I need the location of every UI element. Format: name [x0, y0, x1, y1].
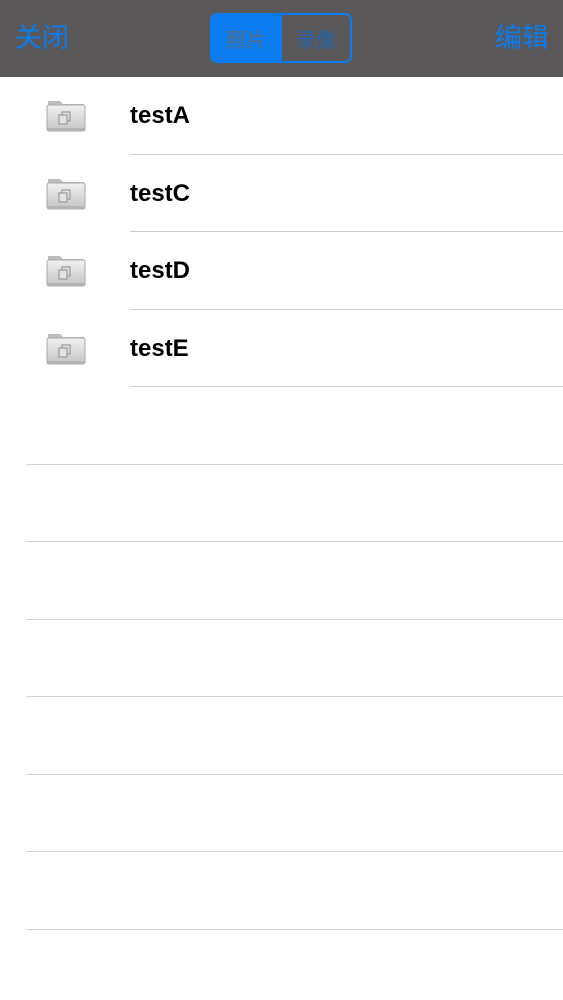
folder-icon	[46, 333, 86, 364]
edit-button[interactable]: 编辑	[495, 20, 549, 58]
row-separator	[26, 928, 563, 930]
empty-row	[0, 387, 563, 465]
empty-row	[0, 465, 563, 542]
folder-icon	[46, 101, 86, 132]
folder-name: testA	[130, 102, 191, 129]
close-button[interactable]: 关闭	[15, 20, 69, 58]
media-type-segmented-control: 照片 录像	[210, 13, 352, 63]
empty-row	[0, 542, 563, 620]
empty-row	[0, 620, 563, 697]
navigation-bar: 关闭 照片 录像 编辑	[0, 0, 563, 77]
folder-name: testC	[130, 179, 191, 207]
list-item[interactable]: testD	[0, 232, 563, 310]
empty-row	[0, 775, 563, 852]
album-screen: 关闭 照片 录像 编辑 testA testC testD testE	[0, 0, 563, 1000]
folder-name: testE	[130, 334, 189, 362]
segment-photos[interactable]: 照片	[212, 15, 280, 61]
folder-name: testD	[130, 257, 191, 284]
list-item[interactable]: testE	[0, 310, 563, 387]
empty-row	[0, 852, 563, 930]
list-item[interactable]: testC	[0, 155, 563, 232]
folder-list: testA testC testD testE	[0, 77, 563, 930]
empty-row	[0, 697, 563, 775]
segment-videos[interactable]: 录像	[280, 15, 350, 61]
list-item[interactable]: testA	[0, 77, 563, 155]
folder-icon	[46, 256, 86, 287]
folder-icon	[46, 178, 86, 209]
